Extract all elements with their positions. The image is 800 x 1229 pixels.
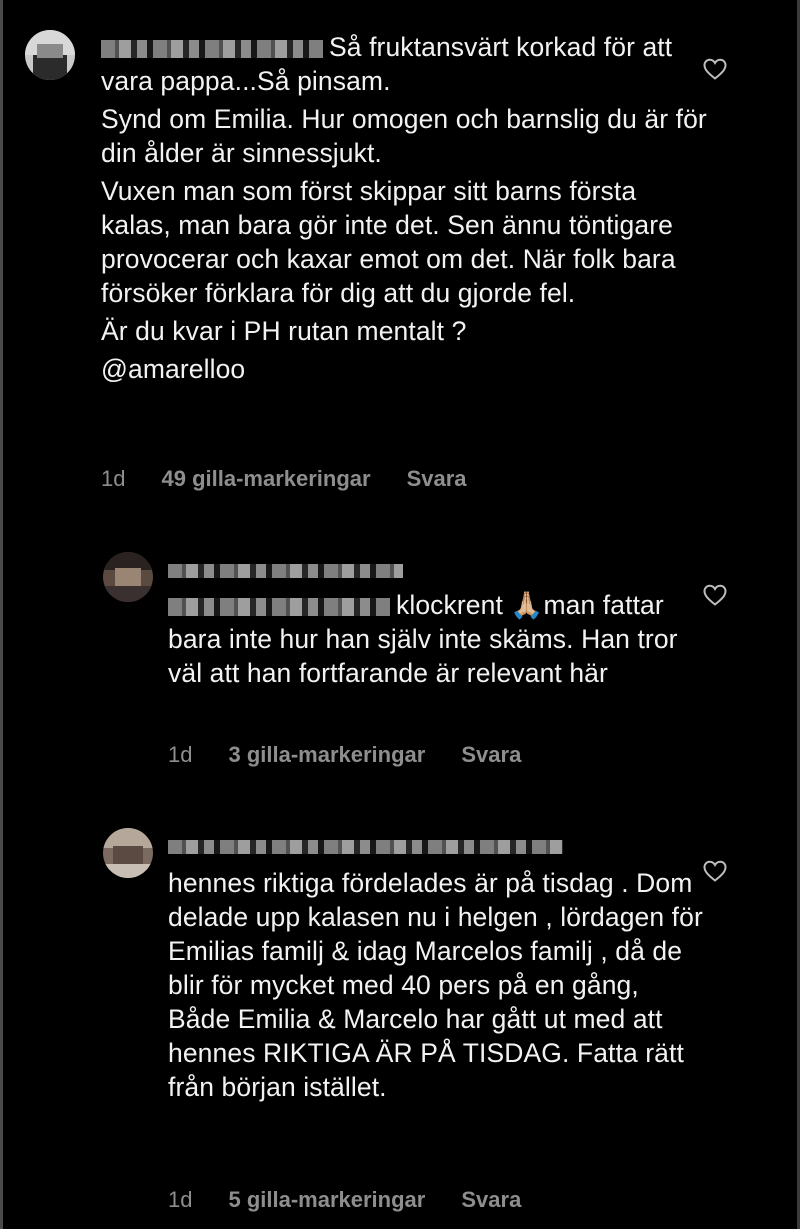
likes-count[interactable]: 3 gilla-markeringar (228, 742, 425, 768)
comment-text: hennes riktiga fördelades är på tisdag .… (168, 866, 707, 1104)
comment-text: Så fruktansvärt korkad för att vara papp… (101, 30, 707, 386)
timestamp: 1d (101, 466, 126, 491)
heart-outline-icon[interactable] (703, 860, 727, 882)
reply-button[interactable]: Svara (461, 742, 521, 768)
comment-meta: 1d 5 gilla-markeringar Svara (168, 1187, 521, 1213)
reply-button[interactable]: Svara (407, 466, 467, 492)
timestamp: 1d (168, 742, 193, 767)
username-blurred[interactable] (168, 838, 569, 856)
comment-paragraph: Synd om Emilia. Hur omogen och barnslig … (101, 104, 707, 168)
avatar[interactable] (103, 828, 153, 878)
comment-paragraph: Vuxen man som först skippar sitt barns f… (101, 176, 676, 308)
heart-outline-icon[interactable] (703, 58, 727, 80)
comments-thread: Så fruktansvärt korkad för att vara papp… (0, 0, 800, 1229)
likes-count[interactable]: 49 gilla-markeringar (161, 466, 370, 492)
likes-count[interactable]: 5 gilla-markeringar (228, 1187, 425, 1213)
comment-text: klockrent 🙏🏼man fattar bara inte hur han… (168, 588, 707, 690)
timestamp: 1d (168, 1187, 193, 1212)
comment-paragraph: hennes riktiga fördelades är på tisdag .… (168, 868, 703, 1102)
avatar[interactable] (103, 552, 153, 602)
reply-button[interactable]: Svara (461, 1187, 521, 1213)
heart-outline-icon[interactable] (703, 584, 727, 606)
username-blurred[interactable] (101, 40, 323, 58)
comment-paragraph: Är du kvar i PH rutan mentalt ? (101, 316, 467, 346)
avatar[interactable] (25, 30, 75, 80)
comment-meta: 1d 3 gilla-markeringar Svara (168, 742, 521, 768)
username-blurred[interactable] (168, 598, 390, 616)
mention-link[interactable]: @amarelloo (101, 352, 707, 386)
comment-meta: 1d 49 gilla-markeringar Svara (101, 466, 467, 492)
username-blurred[interactable] (168, 562, 409, 580)
